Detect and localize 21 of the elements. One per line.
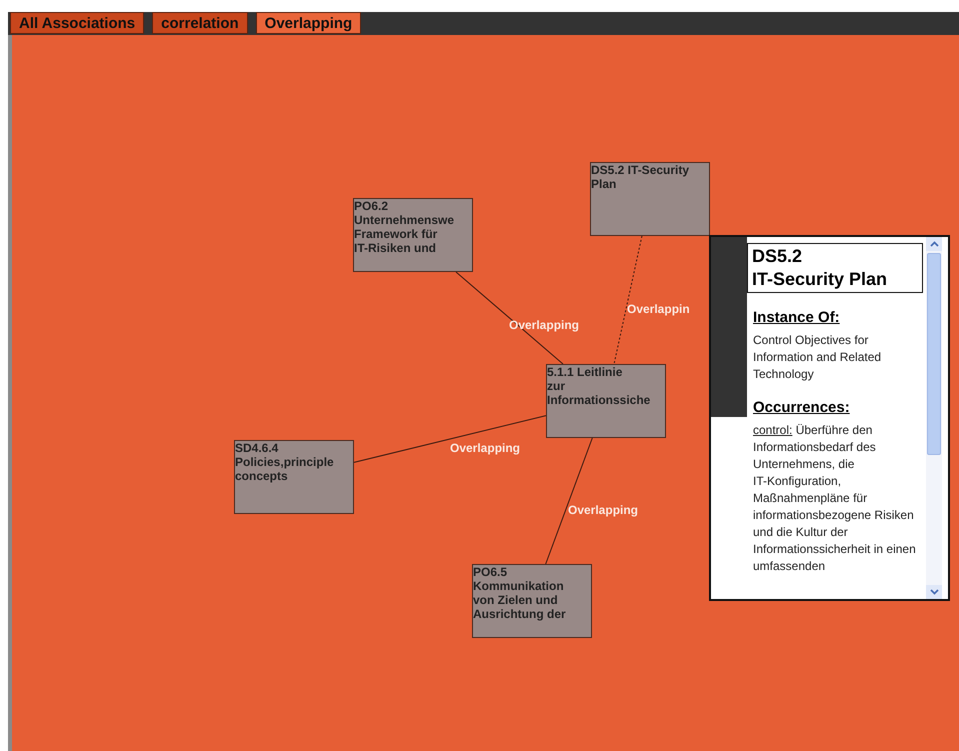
graph-node[interactable]: DS5.2 IT-Security Plan <box>590 162 710 236</box>
edge-label: Overlapping <box>450 441 520 455</box>
scroll-up-icon[interactable] <box>926 237 942 251</box>
section-heading: Instance Of: <box>753 309 841 326</box>
occurrence-text: control: Überführe den Informationsbedarf des Unternehmens, die IT-Konfiguration, Maßnahmenpläne für informationsbezogene Risiken und die Kultur der Informationssicherheit in einen umfassenden <box>753 422 917 575</box>
details-title: DS5.2 IT-Security Plan <box>747 243 923 293</box>
section-heading: Occurrences: <box>753 399 851 416</box>
edge-label: Overlappin <box>627 302 690 316</box>
tab[interactable]: Overlapping <box>256 12 362 34</box>
tab[interactable]: All Associations <box>10 12 144 34</box>
scrollbar[interactable] <box>926 237 942 599</box>
edge-label: Overlapping <box>568 503 638 517</box>
occurrence-link[interactable]: control: <box>753 423 792 437</box>
tab[interactable]: correlation <box>152 12 248 34</box>
graph-node[interactable]: 5.1.1 Leitlinie zur Informationssiche <box>546 364 666 438</box>
graph-node[interactable]: SD4.6.4 Policies,principle concepts <box>234 440 354 514</box>
scroll-thumb[interactable] <box>927 253 941 455</box>
graph-node[interactable]: PO6.2 Unternehmenswe Framework für IT-Risiken und <box>353 198 473 272</box>
scroll-down-icon[interactable] <box>926 585 942 599</box>
graph-node[interactable]: PO6.5 Kommunikation von Zielen und Ausrichtung der <box>472 564 592 638</box>
instance-text: Control Objectives for Information and Related Technology <box>753 332 882 383</box>
